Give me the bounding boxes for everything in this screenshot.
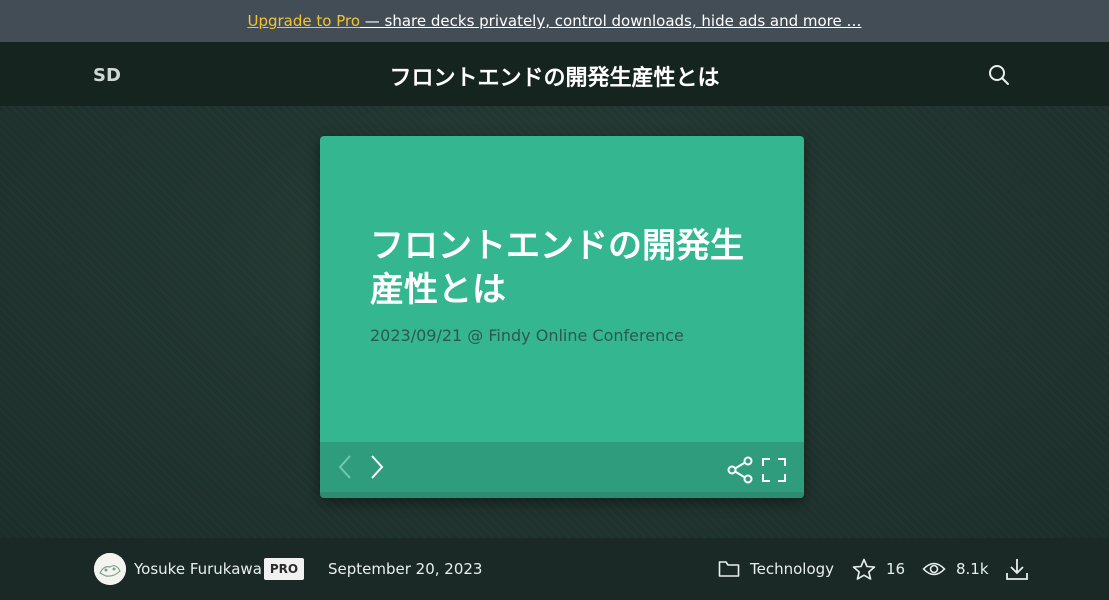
slide-stage: フロントエンドの開発生産性とは 2023/09/21 @ Findy Onlin…	[0, 106, 1109, 538]
star-icon	[852, 558, 876, 580]
share-icon	[727, 456, 753, 484]
folder-icon	[718, 561, 740, 577]
slide-title: フロントエンドの開発生産性とは	[370, 226, 744, 311]
slide-viewer[interactable]: フロントエンドの開発生産性とは 2023/09/21 @ Findy Onlin…	[320, 136, 804, 498]
pro-badge: PRO	[264, 558, 304, 580]
upgrade-label[interactable]: Upgrade to Pro	[247, 12, 360, 30]
promo-text[interactable]: — share decks privately, control downloa…	[360, 12, 862, 30]
previous-slide-button[interactable]	[336, 454, 356, 480]
promo-bar: Upgrade to Pro — share decks privately, …	[0, 0, 1109, 42]
avatar[interactable]	[94, 553, 126, 585]
next-slide-button[interactable]	[366, 454, 386, 480]
view-count-group: 8.1k	[922, 558, 989, 580]
page-title: フロントエンドの開発生産性とは	[389, 66, 720, 91]
site-header: SD フロントエンドの開発生産性とは	[0, 42, 1109, 106]
deck-meta: Yosuke Furukawa PRO September 20, 2023 T…	[0, 538, 1109, 600]
download-button[interactable]	[1004, 556, 1030, 582]
chevron-left-icon	[338, 455, 351, 479]
publish-date: September 20, 2023	[328, 560, 483, 578]
download-icon	[1006, 559, 1028, 580]
category-label[interactable]: Technology	[750, 560, 834, 578]
fullscreen-button[interactable]	[760, 456, 788, 484]
search-button[interactable]	[986, 62, 1012, 88]
avatar-image-icon	[94, 553, 126, 585]
star-count: 16	[886, 560, 906, 578]
slide-controls	[320, 442, 804, 498]
search-icon	[989, 65, 1009, 85]
share-button[interactable]	[726, 456, 754, 484]
view-count: 8.1k	[956, 560, 989, 578]
author-name[interactable]: Yosuke Furukawa	[134, 560, 262, 578]
star-button[interactable]: 16	[852, 558, 905, 580]
eye-icon	[922, 562, 946, 576]
chevron-right-icon	[371, 455, 384, 479]
slide-subtitle: 2023/09/21 @ Findy Online Conference	[370, 326, 684, 345]
upgrade-link[interactable]: Upgrade to Pro — share decks privately, …	[247, 12, 861, 30]
category-link[interactable]: Technology	[718, 558, 834, 580]
fullscreen-icon	[762, 458, 786, 482]
